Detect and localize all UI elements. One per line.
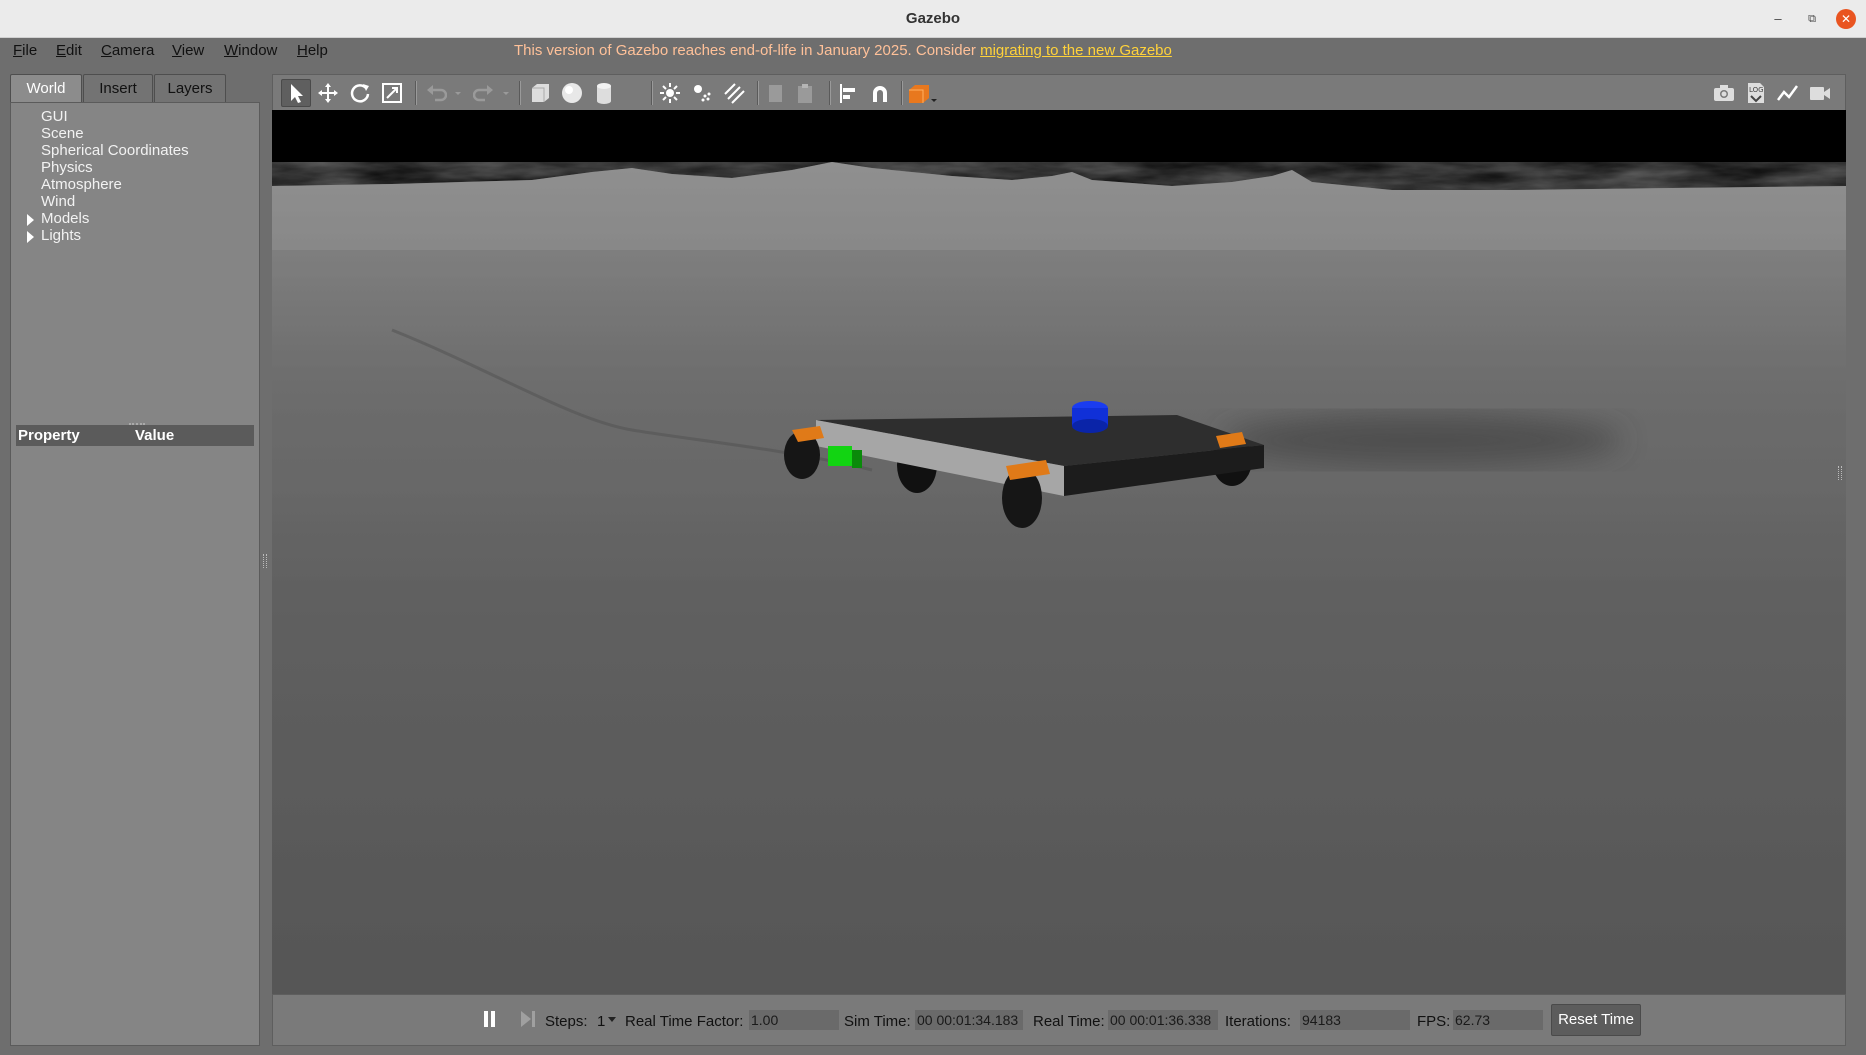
left-tabs: World Insert Layers — [10, 74, 262, 104]
toolbar-separator — [415, 81, 417, 105]
redo-icon[interactable] — [472, 82, 495, 104]
directional-light-icon[interactable] — [723, 82, 745, 104]
migration-link[interactable]: migrating to the new Gazebo — [980, 42, 1172, 59]
close-icon[interactable]: ✕ — [1836, 9, 1856, 29]
gazebo-window: Gazebo – ⧉ ✕ File Edit Camera View Windo… — [0, 0, 1866, 1055]
expand-lights-icon[interactable] — [27, 231, 34, 243]
right-panel-resize-handle[interactable] — [1838, 466, 1842, 480]
left-panel: World Insert Layers GUI Scene Spherical … — [10, 74, 267, 1046]
undo-icon[interactable] — [425, 82, 448, 104]
log-icon[interactable]: LOG — [1745, 82, 1767, 104]
tree-item-lights[interactable]: Lights — [41, 227, 81, 244]
plot-icon[interactable] — [1777, 82, 1799, 104]
tree-item-spherical-coordinates[interactable]: Spherical Coordinates — [41, 142, 189, 159]
eol-message: This version of Gazebo reaches end-of-li… — [514, 42, 981, 59]
step-forward-icon[interactable] — [520, 1010, 536, 1028]
snap-magnet-icon[interactable] — [869, 82, 891, 104]
title-bar: Gazebo – ⧉ ✕ — [0, 0, 1866, 38]
record-video-icon[interactable] — [1809, 82, 1831, 104]
toolbar-separator — [757, 81, 759, 105]
sim-time-label: Sim Time: — [844, 1013, 911, 1030]
scale-icon[interactable] — [381, 82, 403, 104]
toolbar-separator — [651, 81, 653, 105]
left-panel-resize-handle[interactable] — [263, 554, 267, 568]
menu-bar: File Edit Camera View Window Help This v… — [0, 38, 1866, 64]
menu-window[interactable]: Window — [224, 42, 277, 59]
toolbar-separator — [519, 81, 521, 105]
menu-camera[interactable]: Camera — [101, 42, 154, 59]
scene-render — [272, 110, 1846, 994]
fps-value: 62.73 — [1453, 1010, 1543, 1030]
simulation-status-bar: Steps: 1 Real Time Factor: 1.00 Sim Time… — [272, 994, 1846, 1046]
view-angle-icon[interactable] — [907, 82, 939, 104]
steps-value[interactable]: 1 — [597, 1013, 605, 1030]
tree-item-scene[interactable]: Scene — [41, 125, 84, 142]
tree-item-atmosphere[interactable]: Atmosphere — [41, 176, 122, 193]
align-icon[interactable] — [837, 82, 859, 104]
copy-icon[interactable] — [765, 82, 787, 104]
sim-time-value: 00 00:01:34.183 — [915, 1010, 1023, 1030]
property-header: Property Value — [16, 425, 254, 446]
fps-label: FPS: — [1417, 1013, 1451, 1030]
select-arrow-icon[interactable] — [281, 79, 311, 107]
value-column-label: Value — [135, 427, 175, 444]
tree-item-gui[interactable]: GUI — [41, 108, 68, 125]
robot-shadow — [1222, 414, 1622, 466]
toolbar-separator — [829, 81, 831, 105]
svg-text:LOG: LOG — [1749, 86, 1764, 94]
box-icon[interactable] — [529, 82, 551, 104]
steps-dropdown-icon[interactable] — [608, 1017, 616, 1022]
screenshot-icon[interactable] — [1713, 82, 1735, 104]
toolbar: LOG — [272, 74, 1846, 110]
menu-edit[interactable]: Edit — [56, 42, 82, 59]
iterations-value: 94183 — [1300, 1010, 1410, 1030]
undo-dropdown-icon[interactable] — [453, 82, 463, 104]
menu-file[interactable]: File — [13, 42, 37, 59]
menu-view[interactable]: View — [172, 42, 204, 59]
eol-notice: This version of Gazebo reaches end-of-li… — [514, 42, 1172, 59]
pause-icon[interactable] — [483, 1010, 497, 1028]
real-time-factor-label: Real Time Factor: — [625, 1013, 744, 1030]
redo-dropdown-icon[interactable] — [501, 82, 511, 104]
tab-insert[interactable]: Insert — [83, 74, 153, 102]
property-column-label: Property — [18, 427, 80, 444]
tab-world[interactable]: World — [10, 74, 82, 104]
real-time-value: 00 00:01:36.338 — [1108, 1010, 1218, 1030]
menu-help[interactable]: Help — [297, 42, 328, 59]
restore-icon[interactable]: ⧉ — [1802, 9, 1822, 29]
cylinder-icon[interactable] — [593, 82, 615, 104]
world-panel: GUI Scene Spherical Coordinates Physics … — [10, 102, 260, 1046]
point-light-icon[interactable] — [659, 82, 681, 104]
tree-item-wind[interactable]: Wind — [41, 193, 75, 210]
tree-item-physics[interactable]: Physics — [41, 159, 93, 176]
tab-layers[interactable]: Layers — [154, 74, 226, 102]
3d-viewport[interactable] — [272, 110, 1846, 994]
expand-models-icon[interactable] — [27, 214, 34, 226]
steps-label: Steps: — [545, 1013, 588, 1030]
window-title: Gazebo — [905, 10, 961, 27]
minimize-icon[interactable]: – — [1768, 9, 1788, 29]
reset-time-button[interactable]: Reset Time — [1551, 1004, 1641, 1036]
rotate-icon[interactable] — [349, 82, 371, 104]
tree-item-models[interactable]: Models — [41, 210, 89, 227]
lunar-terrain — [272, 162, 1846, 994]
iterations-label: Iterations: — [1225, 1013, 1291, 1030]
paste-icon[interactable] — [795, 82, 817, 104]
sphere-icon[interactable] — [561, 82, 583, 104]
real-time-label: Real Time: — [1033, 1013, 1105, 1030]
real-time-factor-value: 1.00 — [749, 1010, 839, 1030]
translate-icon[interactable] — [317, 82, 339, 104]
toolbar-separator — [901, 81, 903, 105]
spot-light-icon[interactable] — [691, 82, 713, 104]
